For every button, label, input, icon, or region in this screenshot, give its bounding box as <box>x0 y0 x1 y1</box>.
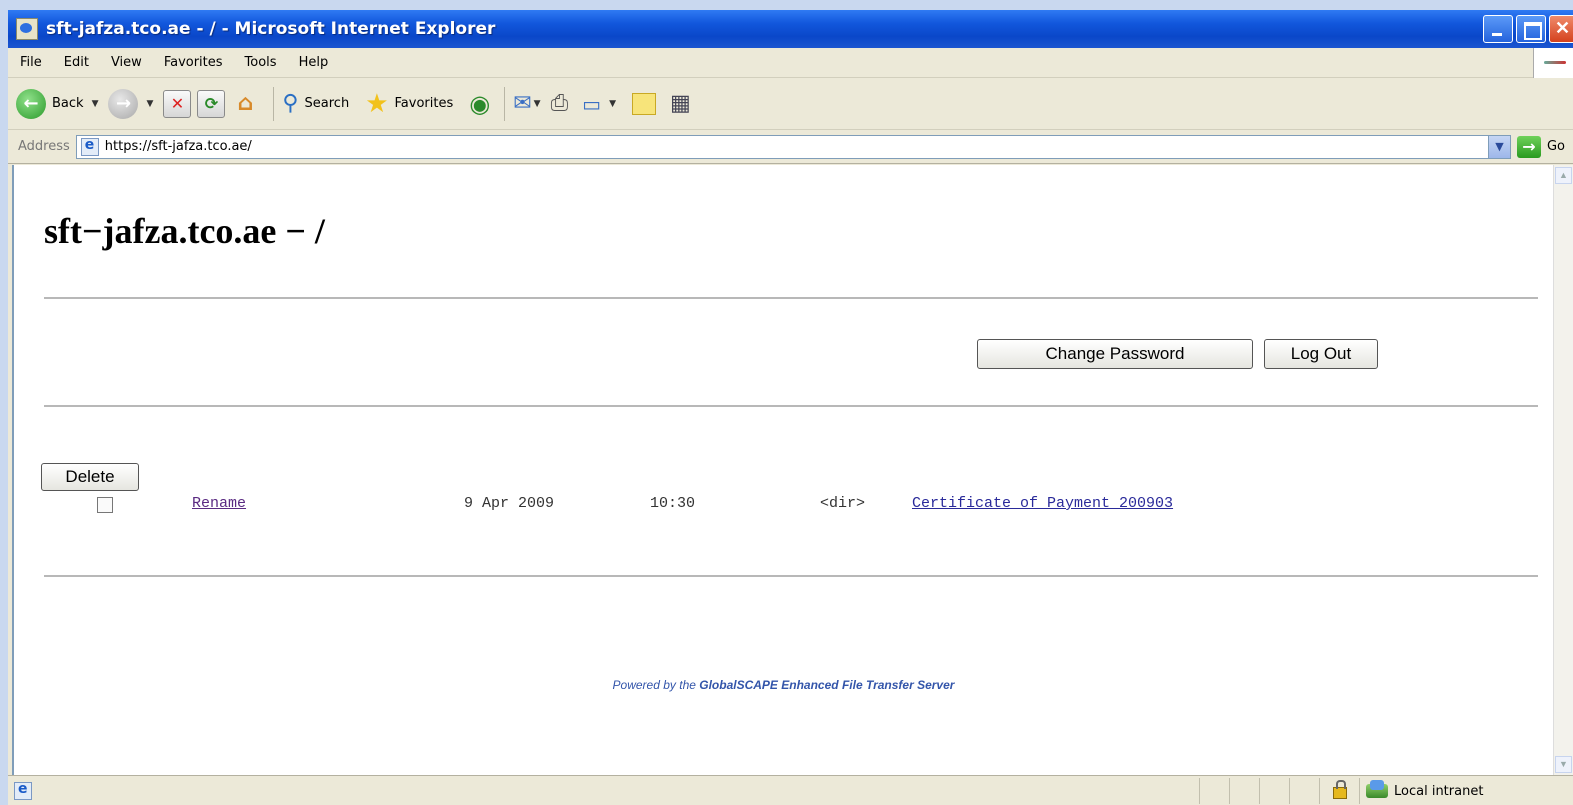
home-icon: ⌂ <box>237 91 254 116</box>
folder-link[interactable]: Certificate of Payment 200903 <box>912 495 1173 512</box>
back-arrow-icon: ← <box>16 88 46 119</box>
address-input[interactable]: https://sft-jafza.tco.ae/ ▼ <box>75 134 1511 159</box>
address-label: Address <box>18 139 70 154</box>
status-pane <box>1229 778 1259 804</box>
back-button[interactable]: ← Back ▼ <box>8 88 102 119</box>
vertical-scrollbar[interactable]: ▲ ▼ <box>1553 165 1573 775</box>
forward-dropdown-icon[interactable]: ▼ <box>146 99 153 109</box>
home-button[interactable]: ⌂ <box>231 90 259 118</box>
go-label: Go <box>1546 139 1565 154</box>
discuss-button[interactable] <box>632 92 656 115</box>
status-pane <box>1199 778 1229 804</box>
mail-icon: ✉ <box>513 91 532 116</box>
browser-window: sft-jafza.tco.ae - / - Microsoft Interne… <box>8 10 1573 805</box>
footer-brand-link[interactable]: GlobalSCAPE Enhanced File Transfer Serve… <box>699 678 954 692</box>
divider <box>44 405 1538 407</box>
print-icon: ⎙ <box>550 91 569 116</box>
favorites-button[interactable]: ★ Favorites <box>365 89 453 119</box>
status-panes: Local intranet <box>1199 778 1573 804</box>
lock-icon <box>1332 780 1347 799</box>
status-bar: Local intranet <box>8 775 1573 805</box>
stop-button[interactable]: ✕ <box>163 89 192 118</box>
status-pane <box>1289 778 1319 804</box>
zone-label: Local intranet <box>1394 783 1484 799</box>
edit-icon: ▭ <box>582 91 602 116</box>
file-row: Rename 9 Apr 2009 10:30 <dir> Certificat… <box>44 495 1444 519</box>
security-pane <box>1319 778 1359 804</box>
search-label: Search <box>304 96 350 111</box>
close-button[interactable] <box>1549 15 1573 43</box>
ie-page-icon <box>80 137 99 156</box>
status-pane <box>1259 778 1289 804</box>
title-bar: sft-jafza.tco.ae - / - Microsoft Interne… <box>8 10 1573 48</box>
delete-button[interactable]: Delete <box>41 463 139 491</box>
go-button[interactable]: → Go <box>1516 135 1565 158</box>
media-icon: ◉ <box>469 89 491 118</box>
search-icon: ⚲ <box>282 91 299 116</box>
menu-favorites[interactable]: Favorites <box>153 55 234 70</box>
ie-page-icon <box>14 781 32 800</box>
go-arrow-icon: → <box>1516 135 1541 158</box>
footer-prefix: Powered by the <box>612 678 700 692</box>
forward-button[interactable]: → ▼ <box>108 88 157 119</box>
address-dropdown-icon[interactable]: ▼ <box>1487 135 1510 158</box>
maximize-button[interactable] <box>1516 15 1546 43</box>
menu-help[interactable]: Help <box>288 55 340 70</box>
forward-arrow-icon: → <box>108 88 139 119</box>
mail-button[interactable]: ✉ ▼ <box>513 91 544 116</box>
rename-link[interactable]: Rename <box>192 495 246 512</box>
window-title: sft-jafza.tco.ae - / - Microsoft Interne… <box>46 19 496 39</box>
footer-credit: Powered by the GlobalSCAPE Enhanced File… <box>14 678 1553 692</box>
messenger-button[interactable]: ▦ <box>670 91 691 116</box>
page-content: sft−jafza.tco.ae − / Change Password Log… <box>12 165 1553 775</box>
mail-dropdown-icon[interactable]: ▼ <box>534 99 541 109</box>
back-label: Back <box>52 96 84 111</box>
ie-page-icon <box>16 18 38 40</box>
edit-button[interactable]: ▭ ▼ <box>582 92 620 116</box>
window-controls <box>1483 15 1573 43</box>
stop-icon: ✕ <box>163 89 192 118</box>
intranet-icon <box>1366 780 1388 798</box>
menu-edit[interactable]: Edit <box>53 55 100 70</box>
favorites-label: Favorites <box>394 96 454 111</box>
minimize-button[interactable] <box>1483 15 1513 43</box>
refresh-icon: ⟳ <box>197 89 226 118</box>
file-type: <dir> <box>820 495 866 512</box>
address-url[interactable]: https://sft-jafza.tco.ae/ <box>105 139 252 154</box>
toolbar: ← Back ▼ → ▼ ✕ ⟳ ⌂ ⚲ Search ★ Favorites … <box>8 78 1573 130</box>
windows-logo-icon <box>1533 48 1573 78</box>
file-time: 10:30 <box>650 495 696 512</box>
menu-view[interactable]: View <box>100 55 153 70</box>
menu-bar: File Edit View Favorites Tools Help <box>8 48 1573 78</box>
search-button[interactable]: ⚲ Search <box>282 91 349 116</box>
divider <box>44 575 1538 577</box>
media-button[interactable]: ◉ <box>469 90 490 118</box>
zone-pane: Local intranet <box>1359 778 1573 804</box>
divider <box>44 297 1538 299</box>
menu-file[interactable]: File <box>8 55 53 70</box>
file-date: 9 Apr 2009 <box>464 495 555 512</box>
change-password-button[interactable]: Change Password <box>977 339 1253 369</box>
log-out-button[interactable]: Log Out <box>1264 339 1378 369</box>
page-title: sft−jafza.tco.ae − / <box>44 211 325 251</box>
discuss-icon <box>632 92 656 115</box>
back-dropdown-icon[interactable]: ▼ <box>92 99 99 109</box>
toolbar-divider <box>504 86 506 121</box>
file-checkbox[interactable] <box>97 497 113 513</box>
menu-tools[interactable]: Tools <box>234 55 288 70</box>
research-icon: ▦ <box>670 91 691 116</box>
scroll-up-icon[interactable]: ▲ <box>1555 167 1572 184</box>
address-bar: Address https://sft-jafza.tco.ae/ ▼ → Go <box>8 130 1573 164</box>
refresh-button[interactable]: ⟳ <box>197 89 226 118</box>
edit-dropdown-icon[interactable]: ▼ <box>609 99 616 109</box>
favorites-star-icon: ★ <box>365 88 389 119</box>
print-button[interactable]: ⎙ <box>551 91 569 116</box>
scroll-down-icon[interactable]: ▼ <box>1555 756 1572 773</box>
toolbar-divider <box>273 86 275 121</box>
